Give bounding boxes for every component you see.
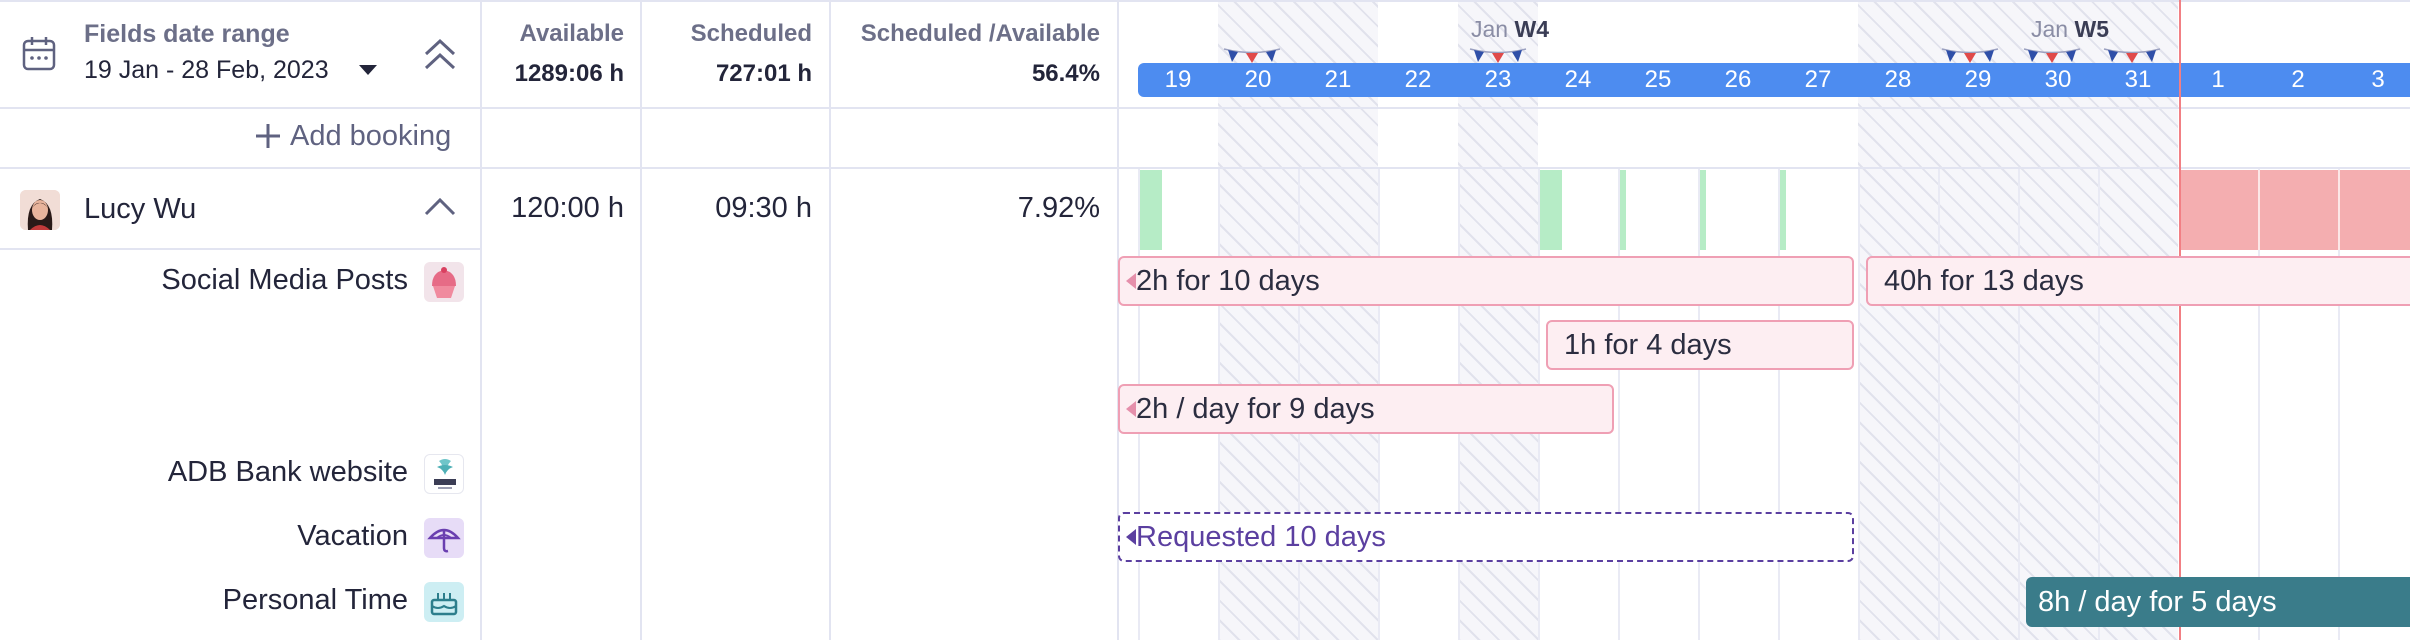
booking-bar[interactable]: 1h for 4 days	[1546, 320, 1854, 370]
cupcake-icon	[424, 262, 464, 302]
day-label[interactable]: 2	[2258, 63, 2338, 97]
day-gridline	[1858, 168, 1860, 640]
today-marker	[2179, 0, 2181, 640]
week-label: Jan W4	[1471, 16, 1549, 42]
day-label[interactable]: 3	[2338, 63, 2410, 97]
row-divider	[0, 248, 480, 250]
availability-bar	[1780, 170, 1786, 250]
continues-left-icon	[1126, 401, 1136, 417]
booking-label: 2h / day for 9 days	[1136, 393, 1375, 425]
booking-label: 1h for 4 days	[1564, 329, 1732, 361]
booking-bar[interactable]: 2h / day for 9 days	[1118, 384, 1614, 434]
overbooked-bar	[2180, 170, 2410, 250]
scheduled-header: Scheduled	[690, 20, 812, 47]
availability-bar	[1700, 170, 1706, 250]
day-label[interactable]: 31	[2098, 63, 2178, 97]
holiday-flags-icon	[2023, 48, 2081, 63]
day-label[interactable]: 25	[1618, 63, 1698, 97]
day-label[interactable]: 27	[1778, 63, 1858, 97]
project-name[interactable]: Vacation	[297, 520, 408, 553]
day-label[interactable]: 30	[2018, 63, 2098, 97]
day-gridline	[2098, 168, 2100, 640]
holiday-flags-icon	[1223, 48, 1281, 63]
personal-time-bar[interactable]: 8h / day for 5 days	[2026, 577, 2410, 627]
continues-left-icon	[1126, 273, 1136, 289]
day-label[interactable]: 1	[2178, 63, 2258, 97]
day-label[interactable]: 22	[1378, 63, 1458, 97]
holiday-flags-icon	[2103, 48, 2161, 63]
day-label[interactable]: 29	[1938, 63, 2018, 97]
day-label[interactable]: 24	[1538, 63, 1618, 97]
person-available: 120:00 h	[511, 192, 624, 224]
plus-icon	[256, 124, 280, 148]
project-name[interactable]: ADB Bank website	[168, 456, 408, 489]
day-label[interactable]: 21	[1298, 63, 1378, 97]
add-booking-button[interactable]: Add booking	[252, 116, 468, 156]
date-range-value: 19 Jan - 28 Feb, 2023	[84, 56, 329, 84]
day-label[interactable]: 26	[1698, 63, 1778, 97]
project-name[interactable]: Social Media Posts	[161, 264, 408, 297]
available-header: Available	[519, 20, 625, 47]
scheduled-total: 727:01 h	[715, 60, 812, 87]
column-divider	[640, 0, 642, 640]
person-name[interactable]: Lucy Wu	[84, 193, 196, 226]
add-booking-label: Add booking	[290, 120, 452, 152]
day-gridline	[2018, 168, 2020, 640]
day-label[interactable]: 19	[1138, 63, 1218, 97]
day-gridline	[2338, 170, 2340, 250]
booking-bar[interactable]: 2h for 10 days	[1118, 256, 1854, 306]
project-name[interactable]: Personal Time	[223, 584, 408, 617]
week-label: Jan W5	[2031, 16, 2109, 42]
chevron-up-icon[interactable]	[422, 194, 458, 218]
date-range-filter[interactable]: Fields date range 19 Jan - 28 Feb, 2023	[0, 0, 470, 106]
availability-bar	[1140, 170, 1162, 250]
row-divider	[0, 167, 2410, 169]
adb-logo-icon	[424, 454, 464, 494]
holiday-flags-icon	[1469, 48, 1527, 63]
ratio-header: Scheduled /Available	[860, 20, 1100, 47]
day-gridline	[1938, 168, 1940, 640]
holiday-flags-icon	[1941, 48, 1999, 63]
row-divider	[0, 107, 2410, 109]
booking-label: 8h / day for 5 days	[2038, 586, 2277, 618]
person-ratio: 7.92%	[1017, 192, 1100, 224]
umbrella-icon	[424, 518, 464, 558]
column-divider	[829, 0, 831, 640]
cake-icon	[424, 582, 464, 622]
avatar[interactable]	[20, 190, 60, 230]
caret-down-icon[interactable]	[358, 64, 378, 76]
booking-label: 2h for 10 days	[1136, 265, 1320, 297]
available-total: 1289:06 h	[514, 60, 624, 87]
date-range-title: Fields date range	[84, 20, 290, 48]
person-scheduled: 09:30 h	[715, 192, 812, 224]
ratio-total: 56.4%	[1031, 60, 1100, 87]
booking-label: Requested 10 days	[1136, 521, 1386, 553]
vacation-request-bar[interactable]: Requested 10 days	[1118, 512, 1854, 562]
availability-bar	[1620, 170, 1626, 250]
booking-bar[interactable]: 40h for 13 days	[1866, 256, 2410, 306]
day-label[interactable]: 23	[1458, 63, 1538, 97]
day-gridline	[2258, 170, 2260, 250]
availability-bar	[1540, 170, 1562, 250]
day-label[interactable]: 28	[1858, 63, 1938, 97]
calendar-icon	[22, 37, 56, 71]
day-label[interactable]: 20	[1218, 63, 1298, 97]
booking-label: 40h for 13 days	[1884, 265, 2084, 297]
double-chevron-up-icon[interactable]	[422, 36, 458, 72]
column-divider	[480, 0, 482, 640]
continues-left-icon	[1126, 529, 1136, 545]
